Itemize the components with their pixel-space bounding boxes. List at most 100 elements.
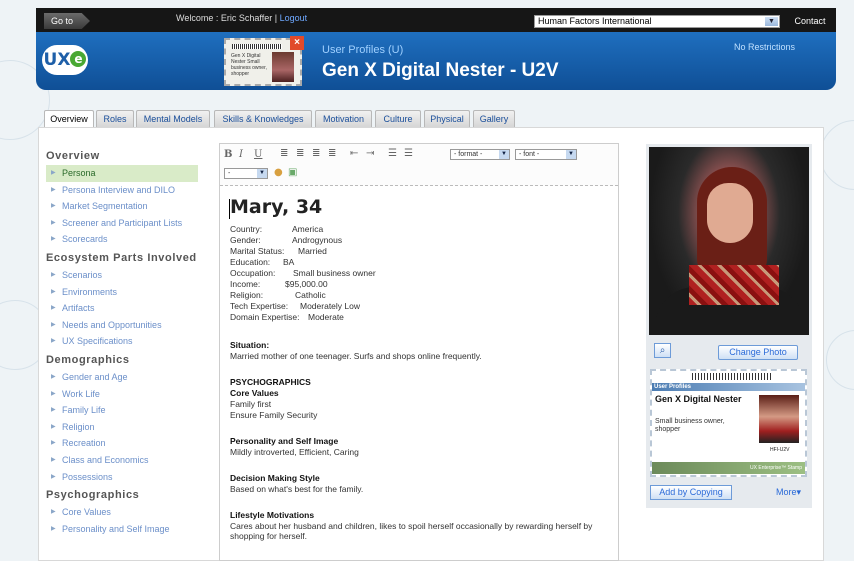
sidebar-item-scenarios[interactable]: Scenarios [46, 267, 198, 284]
logo-text: UX [43, 50, 71, 70]
field-education: Education: BA [230, 257, 294, 267]
change-photo-button[interactable]: Change Photo [718, 345, 798, 360]
tab-culture[interactable]: Culture [375, 110, 421, 127]
page-subtitle: User Profiles (U) [322, 44, 404, 56]
persona-photo [649, 147, 809, 335]
tab-overview[interactable]: Overview [44, 110, 94, 128]
sidebar-item-work-life[interactable]: Work Life [46, 386, 198, 403]
sidebar-item-scorecards[interactable]: Scorecards [46, 231, 198, 248]
unordered-list-icon[interactable]: ☰ [388, 148, 397, 159]
size-select[interactable]: - ▼ [224, 168, 268, 179]
sidebar-item-screener[interactable]: Screener and Participant Lists [46, 215, 198, 232]
font-select[interactable]: - font - ▼ [515, 149, 577, 160]
tab-mental-models[interactable]: Mental Models [136, 110, 210, 127]
outdent-icon[interactable]: ⇤ [350, 148, 358, 159]
field-label: Marital Status: [230, 246, 285, 256]
sidebar-section-psychographics: Psychographics [46, 489, 140, 502]
field-occupation: Occupation: Small business owner [230, 268, 376, 278]
field-label: Domain Expertise: [230, 312, 300, 322]
align-center-icon[interactable]: ≣ [296, 148, 304, 159]
size-select-value: - [228, 170, 231, 177]
field-label: Country: [230, 224, 263, 234]
sidebar-item-persona-interview[interactable]: Persona Interview and DILO [46, 182, 198, 199]
chevron-down-icon: ▼ [499, 150, 509, 159]
field-value: Small business owner [293, 268, 376, 278]
tab-gallery[interactable]: Gallery [473, 110, 515, 127]
close-icon[interactable]: × [290, 36, 304, 50]
align-left-icon[interactable]: ≣ [280, 148, 288, 159]
uxe-logo[interactable]: UX e [42, 45, 88, 75]
indent-icon[interactable]: ⇥ [366, 148, 374, 159]
field-country: Country: America [230, 224, 323, 234]
sidebar-item-family-life[interactable]: Family Life [46, 402, 198, 419]
core-values-text-2: Ensure Family Security [230, 410, 318, 420]
field-tech-expertise: Tech Expertise: Moderately Low [230, 301, 360, 311]
profile-stamp-thumbnail: Gen X Digital Nester Small business owne… [224, 36, 304, 86]
image-icon[interactable]: ▣ [288, 167, 297, 178]
ordered-list-icon[interactable]: ☰ [404, 148, 413, 159]
page-header: UX e Gen X Digital Nester Small business … [36, 32, 836, 90]
card-name: Gen X Digital Nester [655, 394, 742, 404]
editor-toolbar: B I U ≣ ≣ ≣ ≣ ⇤ ⇥ ☰ ☰ - format - ▼ - font… [220, 144, 618, 186]
sidebar-item-environments[interactable]: Environments [46, 284, 198, 301]
tab-roles[interactable]: Roles [96, 110, 134, 127]
field-label: Occupation: [230, 268, 276, 278]
field-label: Income: [230, 279, 261, 289]
field-label: Gender: [230, 235, 261, 245]
underline-button[interactable]: U [254, 149, 262, 160]
sidebar-item-gender-age[interactable]: Gender and Age [46, 369, 198, 386]
organization-select[interactable]: Human Factors International ▼ [534, 15, 780, 28]
decision-text: Based on what's best for the family. [230, 484, 364, 494]
contact-us-link[interactable]: Contact Us [788, 14, 832, 41]
rich-text-editor[interactable]: B I U ≣ ≣ ≣ ≣ ⇤ ⇥ ☰ ☰ - format - ▼ - font… [219, 143, 619, 561]
psychographics-heading: PSYCHOGRAPHICS [230, 377, 311, 387]
sidebar-item-personality[interactable]: Personality and Self Image [46, 521, 198, 538]
sidebar-item-core-values[interactable]: Core Values [46, 504, 198, 521]
card-footer: UX Enterprise™ Stamp [652, 462, 805, 474]
align-justify-icon[interactable]: ≣ [328, 148, 336, 159]
card-header: User Profiles [652, 383, 805, 391]
format-select[interactable]: - format - ▼ [450, 149, 510, 160]
core-values-heading: Core Values [230, 388, 279, 398]
stamp-text: Gen X Digital Nester Small business owne… [231, 53, 267, 77]
bold-button[interactable]: B [224, 149, 232, 160]
sidebar-item-market-segmentation[interactable]: Market Segmentation [46, 198, 198, 215]
tab-motivation[interactable]: Motivation [315, 110, 372, 127]
photo-face [707, 183, 753, 243]
logo-e: e [70, 51, 87, 67]
sidebar-item-religion[interactable]: Religion [46, 419, 198, 436]
organization-select-value: Human Factors International [538, 16, 652, 26]
sidebar-item-artifacts[interactable]: Artifacts [46, 300, 198, 317]
sidebar-item-possessions[interactable]: Possessions [46, 469, 198, 486]
restrictions-label: No Restrictions [734, 42, 796, 52]
color-picker-icon[interactable]: ● [274, 167, 283, 178]
sidebar-item-needs[interactable]: Needs and Opportunities [46, 317, 198, 334]
italic-button[interactable]: I [239, 149, 243, 160]
field-value: $95,000.00 [285, 279, 328, 289]
sidebar-section-ecosystem: Ecosystem Parts Involved [46, 251, 197, 264]
card-description: Small business owner, shopper [655, 418, 725, 433]
add-by-copying-button[interactable]: Add by Copying [650, 485, 732, 500]
barcode-icon [232, 44, 282, 49]
profile-stamp-card: User Profiles Gen X Digital Nester Small… [650, 369, 807, 477]
zoom-icon[interactable]: ⌕ [654, 343, 671, 358]
field-income: Income: $95,000.00 [230, 279, 328, 289]
sidebar-item-persona[interactable]: Persona [46, 165, 198, 182]
tab-physical[interactable]: Physical [424, 110, 470, 127]
more-menu-link[interactable]: More▾ [776, 487, 801, 498]
sidebar-item-recreation[interactable]: Recreation [46, 435, 198, 452]
tab-skills-knowledges[interactable]: Skills & Knowledges [214, 110, 312, 127]
personality-heading: Personality and Self Image [230, 436, 339, 446]
situation-text: Married mother of one teenager. Surfs an… [230, 351, 482, 361]
sidebar-item-class-economics[interactable]: Class and Economics [46, 452, 198, 469]
persona-photo-panel: ⌕ Change Photo User Profiles Gen X Digit… [646, 144, 812, 508]
goto-button[interactable]: Go to [44, 13, 90, 29]
background-swirl [820, 120, 854, 190]
chevron-down-icon: ▼ [765, 17, 778, 26]
align-right-icon[interactable]: ≣ [312, 148, 320, 159]
field-domain-expertise: Domain Expertise: Moderate [230, 312, 344, 322]
sidebar-item-ux-specifications[interactable]: UX Specifications [46, 333, 198, 350]
logout-link[interactable]: Logout [280, 13, 308, 23]
field-value: BA [283, 257, 295, 267]
persona-name: Mary, 34 [230, 196, 323, 218]
